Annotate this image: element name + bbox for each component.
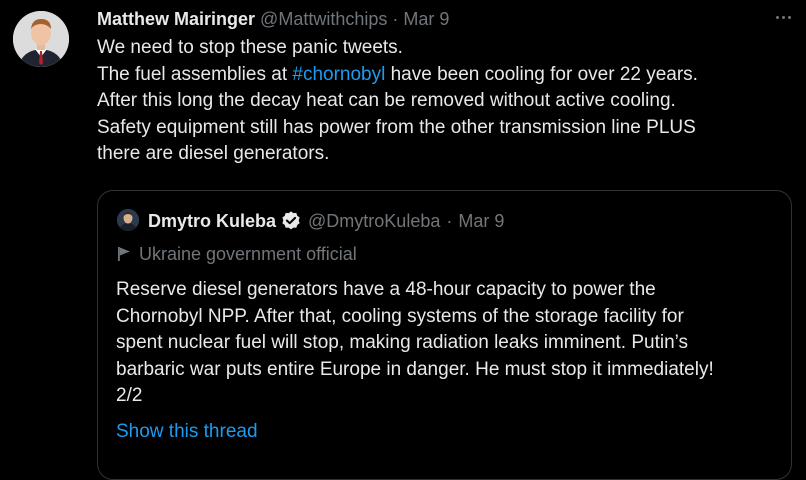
tweet-date[interactable]: Mar 9 <box>403 9 449 29</box>
show-thread-link[interactable]: Show this thread <box>116 419 258 445</box>
government-label: Ukraine government official <box>116 242 357 266</box>
tweet-header: Matthew Mairinger @Mattwithchips · Mar 9 <box>97 7 449 31</box>
verified-badge-icon <box>280 210 302 232</box>
quote-line: barbaric war puts entire Europe in dange… <box>116 358 714 380</box>
author-name[interactable]: Matthew Mairinger <box>97 9 255 29</box>
tweet-line: The fuel assemblies at #chornobyl have b… <box>97 63 698 85</box>
quote-line: Reserve diesel generators have a 48-hour… <box>116 279 656 300</box>
author-avatar[interactable] <box>13 11 69 67</box>
quote-line: Chornobyl NPP. After that, cooling syste… <box>116 305 684 327</box>
quote-line: spent nuclear fuel will stop, making rad… <box>116 332 689 353</box>
tweet-line: Safety equipment still has power from th… <box>97 116 696 138</box>
quote-text: Reserve diesel generators have a 48-hour… <box>116 277 786 410</box>
tweet-text: We need to stop these panic tweets. The … <box>97 35 777 168</box>
quote-date[interactable]: Mar 9 <box>458 209 504 233</box>
tweet-line: We need to stop these panic tweets. <box>97 37 403 58</box>
quote-header: Dmytro Kuleba @DmytroKuleba · Mar 9 <box>148 209 504 233</box>
quote-author-avatar[interactable] <box>117 209 139 231</box>
tweet-line: After this long the decay heat can be re… <box>97 90 676 111</box>
more-options-button[interactable] <box>770 4 796 30</box>
header-separator: · <box>392 9 399 29</box>
quote-header-separator: · <box>446 211 453 231</box>
author-handle[interactable]: @Mattwithchips <box>260 9 387 29</box>
quote-author-name[interactable]: Dmytro Kuleba <box>148 209 276 233</box>
tweet-line: there are diesel generators. <box>97 143 330 164</box>
government-label-text: Ukraine government official <box>139 244 357 264</box>
flag-icon <box>118 247 130 261</box>
quote-author-handle[interactable]: @DmytroKuleba <box>308 209 440 233</box>
quote-line: 2/2 <box>116 385 143 406</box>
quoted-tweet[interactable]: Dmytro Kuleba @DmytroKuleba · Mar 9 Ukra… <box>97 190 792 480</box>
more-horizontal-icon <box>775 15 779 19</box>
hashtag-link[interactable]: #chornobyl <box>292 64 385 85</box>
